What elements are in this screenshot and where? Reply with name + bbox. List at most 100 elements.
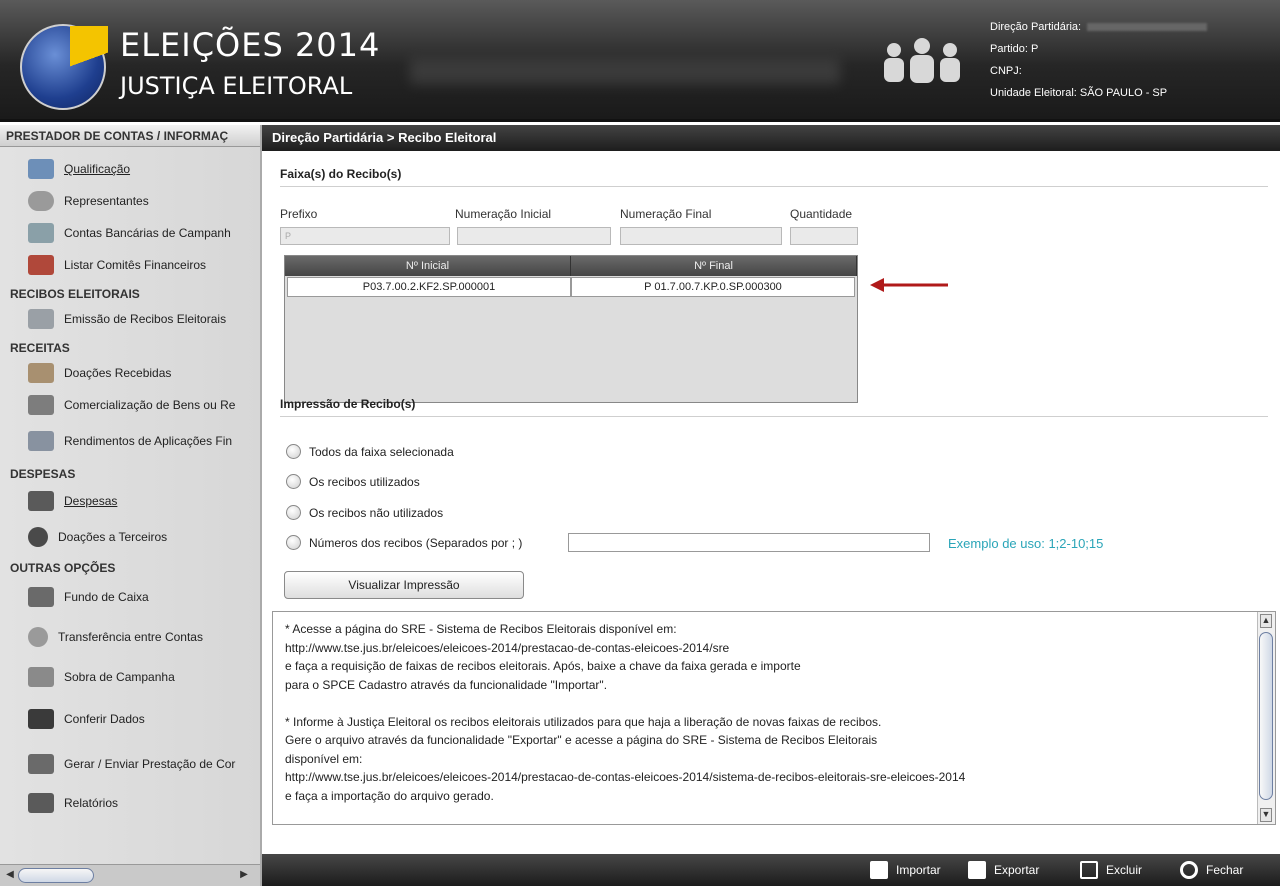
red-arrow-icon	[870, 278, 948, 292]
main-panel: Direção Partidária > Recibo Eleitoral Fa…	[262, 125, 1280, 886]
grid-header: Nº Inicial Nº Final	[285, 256, 857, 276]
app-title: ELEIÇÕES 2014	[120, 26, 381, 64]
goods-icon	[28, 395, 54, 415]
divider	[280, 416, 1268, 417]
scroll-thumb[interactable]	[1259, 632, 1273, 800]
radio-button[interactable]	[286, 505, 301, 520]
header-info: Direção Partidária: Partido: P CNPJ: Uni…	[990, 16, 1208, 104]
sidebar-item-representantes[interactable]: Representantes	[0, 185, 260, 217]
num-final-label: Numeração Final	[620, 207, 712, 221]
sidebar-hscrollbar[interactable]: ◀ ▶	[0, 864, 260, 886]
quantidade-field[interactable]	[790, 227, 858, 245]
info-text: * Acesse a página do SRE - Sistema de Re…	[285, 622, 966, 803]
cnpj-label: CNPJ:	[990, 65, 1022, 77]
sidebar-header[interactable]: PRESTADOR DE CONTAS / INFORMAÇ	[0, 125, 260, 147]
sidebar-item-fundo-caixa[interactable]: Fundo de Caixa	[0, 577, 260, 617]
sidebar-item-contas-bancarias[interactable]: Contas Bancárias de Campanh	[0, 217, 260, 249]
scroll-right-icon[interactable]: ▶	[238, 869, 250, 881]
sidebar-item-comites[interactable]: Listar Comitês Financeiros	[0, 249, 260, 281]
sidebar-item-rendimentos[interactable]: Rendimentos de Aplicações Fin	[0, 421, 260, 461]
committee-icon	[28, 255, 54, 275]
spellcheck-icon	[28, 709, 54, 729]
power-icon	[1180, 861, 1198, 879]
faixa-grid[interactable]: Nº Inicial Nº Final P03.7.00.2.KF2.SP.00…	[284, 255, 858, 403]
sidebar-item-gerar-enviar[interactable]: Gerar / Enviar Prestação de Cor	[0, 741, 260, 787]
radio-todos[interactable]: Todos da faixa selecionada	[286, 444, 454, 459]
sidebar-item-conferir[interactable]: Conferir Dados	[0, 697, 260, 741]
visualizar-impressao-button[interactable]: Visualizar Impressão	[284, 571, 524, 599]
radio-button[interactable]	[286, 474, 301, 489]
prefixo-label: Prefixo	[280, 207, 318, 221]
section-outras: OUTRAS OPÇÕES	[10, 561, 116, 575]
scroll-thumb[interactable]	[18, 868, 94, 883]
flag-logo-icon	[70, 26, 108, 102]
trash-icon	[1080, 861, 1098, 879]
sidebar-item-sobra[interactable]: Sobra de Campanha	[0, 657, 260, 697]
report-icon	[28, 793, 54, 813]
cell-num-final: P 01.7.00.7.KP.0.SP.000300	[571, 277, 855, 297]
id-card-icon	[28, 159, 54, 179]
prefixo-field[interactable]: P	[280, 227, 450, 245]
sidebar-item-doacoes-terceiros[interactable]: Doações a Terceiros	[0, 519, 260, 555]
col-num-inicial[interactable]: Nº Inicial	[285, 256, 571, 276]
blurred-value	[1087, 23, 1208, 32]
info-textarea[interactable]: * Acesse a página do SRE - Sistema de Re…	[272, 611, 1276, 825]
radio-nao-utilizados[interactable]: Os recibos não utilizados	[286, 505, 443, 520]
divider	[280, 186, 1268, 187]
scroll-left-icon[interactable]: ◀	[4, 869, 16, 881]
chart-icon	[28, 431, 54, 451]
cash-register-icon	[28, 587, 54, 607]
users-icon	[28, 191, 54, 211]
section-despesas: DESPESAS	[10, 467, 76, 481]
importar-button[interactable]: Importar	[870, 860, 941, 880]
transfer-icon	[28, 627, 48, 647]
impressao-title: Impressão de Recibo(s)	[280, 397, 416, 411]
sidebar: PRESTADOR DE CONTAS / INFORMAÇ Qualifica…	[0, 125, 262, 886]
sidebar-item-despesas[interactable]: Despesas	[0, 483, 260, 519]
num-inicial-field[interactable]	[457, 227, 611, 245]
sidebar-item-qualificacao[interactable]: Qualificação	[0, 153, 260, 185]
send-icon	[28, 754, 54, 774]
num-final-field[interactable]	[620, 227, 782, 245]
section-receitas: RECEITAS	[10, 341, 70, 355]
section-recibos: RECIBOS ELEITORAIS	[10, 287, 140, 301]
radio-utilizados[interactable]: Os recibos utilizados	[286, 474, 420, 489]
bar-chart-icon	[28, 667, 54, 687]
exportar-button[interactable]: Exportar	[968, 860, 1039, 880]
import-icon	[870, 861, 888, 879]
info-vscrollbar[interactable]: ▲ ▼	[1257, 612, 1275, 824]
people-group-icon	[884, 38, 960, 83]
radio-numeros[interactable]: Números dos recibos (Separados por ; )	[286, 535, 522, 550]
excluir-button[interactable]: Excluir	[1080, 860, 1142, 880]
handshake-icon	[28, 363, 54, 383]
sidebar-item-emissao-recibos[interactable]: Emissão de Recibos Eleitorais	[0, 303, 260, 335]
partido-label: Partido: P	[990, 43, 1039, 55]
sidebar-item-comercializacao[interactable]: Comercialização de Bens ou Re	[0, 389, 260, 421]
scroll-down-icon[interactable]: ▼	[1260, 808, 1272, 822]
sidebar-item-doacoes-recebidas[interactable]: Doações Recebidas	[0, 357, 260, 389]
radio-button[interactable]	[286, 535, 301, 550]
app-header: ELEIÇÕES 2014 JUSTIÇA ELEITORAL Direção …	[0, 0, 1280, 122]
col-num-final[interactable]: Nº Final	[571, 256, 857, 276]
footer-toolbar: Importar Exportar Excluir Fechar	[262, 854, 1280, 886]
sidebar-item-relatorios[interactable]: Relatórios	[0, 787, 260, 819]
fechar-button[interactable]: Fechar	[1180, 860, 1243, 880]
numeros-input[interactable]	[568, 533, 930, 552]
app-window: ELEIÇÕES 2014 JUSTIÇA ELEITORAL Direção …	[0, 0, 1280, 886]
app-subtitle: JUSTIÇA ELEITORAL	[120, 72, 353, 100]
cell-num-inicial: P03.7.00.2.KF2.SP.000001	[287, 277, 571, 297]
coin-icon	[28, 527, 48, 547]
table-row[interactable]: P03.7.00.2.KF2.SP.000001 P 01.7.00.7.KP.…	[287, 277, 855, 297]
briefcase-icon	[28, 491, 54, 511]
sidebar-item-transferencia[interactable]: Transferência entre Contas	[0, 617, 260, 657]
receipt-icon	[28, 309, 54, 329]
example-hint: Exemplo de uso: 1;2-10;15	[948, 536, 1104, 551]
bank-icon	[28, 223, 54, 243]
breadcrumb: Direção Partidária > Recibo Eleitoral	[262, 125, 1280, 151]
radio-button[interactable]	[286, 444, 301, 459]
num-inicial-label: Numeração Inicial	[455, 207, 552, 221]
export-icon	[968, 861, 986, 879]
blurred-area	[410, 58, 840, 84]
scroll-up-icon[interactable]: ▲	[1260, 614, 1272, 628]
unidade-label: Unidade Eleitoral: SÃO PAULO - SP	[990, 87, 1168, 99]
